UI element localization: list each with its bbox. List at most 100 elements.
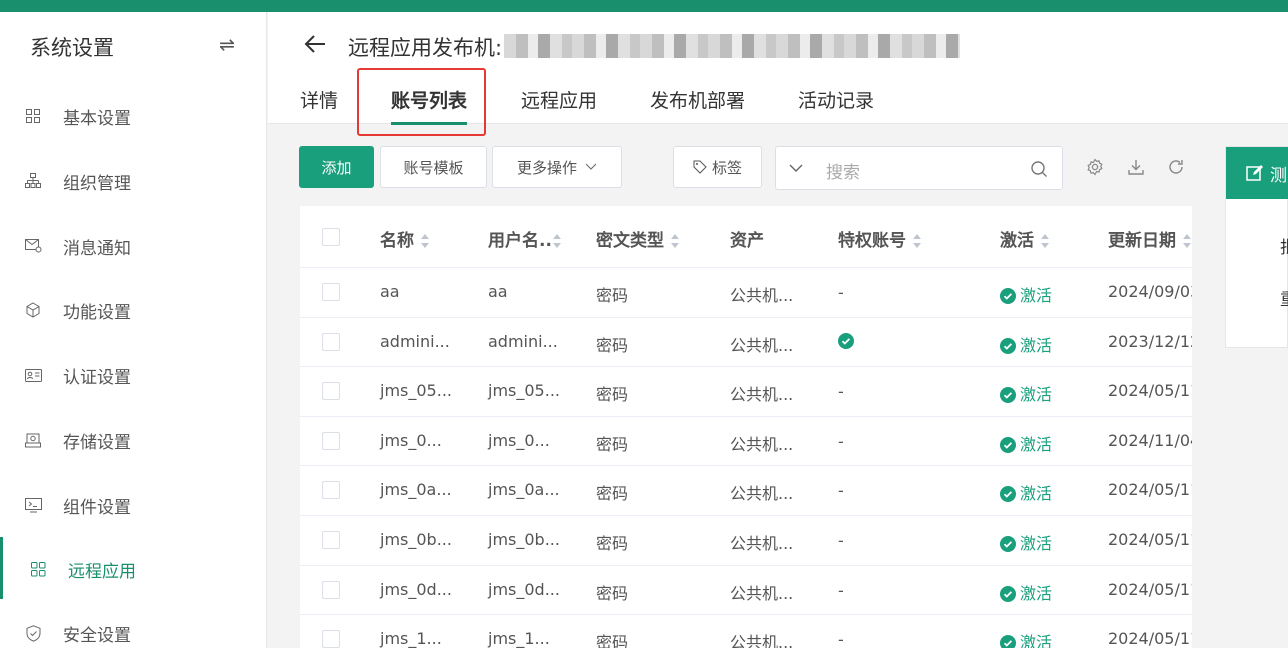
active-check-icon <box>1000 635 1016 648</box>
row-checkbox[interactable] <box>322 580 340 599</box>
cell-secret-type: 密码 <box>596 633 629 648</box>
cell-username: jms_0d... <box>488 579 560 599</box>
apps-icon <box>29 560 47 578</box>
cell-updated-date: 2024/05/11 <box>1108 629 1192 648</box>
cell-asset[interactable]: 公共机... <box>730 431 793 455</box>
cell-updated-date: 2024/05/11 <box>1108 579 1192 599</box>
table-row[interactable]: jms_0b... jms_0b... 密码 公共机... - 激活 2024/05/11 <box>300 516 1192 566</box>
cell-asset[interactable]: 公共机... <box>730 381 793 405</box>
sidebar-item-auth[interactable]: 认证设置 <box>0 353 266 397</box>
active-label: 激活 <box>1020 286 1053 305</box>
cell-updated-date: 2024/11/04 <box>1108 430 1192 450</box>
cell-name[interactable]: aa <box>380 282 400 301</box>
sidebar-item-feature[interactable]: 功能设置 <box>0 288 266 332</box>
cell-name[interactable]: jms_0d... <box>380 580 452 599</box>
select-all-checkbox[interactable] <box>322 228 340 246</box>
cell-name[interactable]: jms_0b... <box>380 530 452 549</box>
column-header-asset: 资产 <box>730 231 764 251</box>
active-check-icon <box>1000 536 1016 552</box>
back-arrow-icon[interactable] <box>304 34 326 54</box>
cell-privileged: - <box>838 630 844 648</box>
column-header-updated[interactable]: 更新日期 <box>1108 226 1192 251</box>
settings-gear-icon[interactable] <box>1086 158 1104 176</box>
cell-active: 激活 <box>1000 530 1052 554</box>
tab-deployment[interactable]: 发布机部署 <box>650 86 745 113</box>
cell-privileged: - <box>838 283 844 302</box>
cell-secret-type: 密码 <box>596 434 629 454</box>
panel-line-2[interactable]: 重 <box>1280 285 1288 310</box>
cell-asset[interactable]: 公共机... <box>730 530 793 554</box>
sidebar-item-remote-apps[interactable]: 远程应用 <box>0 537 266 599</box>
panel-line-1[interactable]: 批 <box>1280 233 1288 258</box>
row-checkbox[interactable] <box>322 630 340 648</box>
cell-secret-type: 密码 <box>596 385 629 405</box>
sidebar-item-security[interactable]: 安全设置 <box>0 611 266 648</box>
sidebar-item-component[interactable]: 组件设置 <box>0 483 266 527</box>
row-checkbox[interactable] <box>322 382 340 401</box>
cell-updated-date: 2024/05/11 <box>1108 381 1192 401</box>
sidebar-item-label: 消息通知 <box>63 238 131 259</box>
active-label: 激活 <box>1020 385 1053 405</box>
table-row[interactable]: admini... admini... 密码 公共机... 激活 2023/12/12 <box>300 318 1192 368</box>
cell-asset[interactable]: 公共机... <box>730 580 793 604</box>
cell-active: 激活 <box>1000 282 1052 306</box>
tab-activity[interactable]: 活动记录 <box>798 86 874 113</box>
table-row[interactable]: aa aa 密码 公共机... - 激活 2024/09/03 <box>300 268 1192 318</box>
sort-icon <box>421 234 429 248</box>
redacted-host-name <box>504 34 960 58</box>
org-icon <box>24 172 42 190</box>
cell-name[interactable]: jms_1... <box>380 629 442 648</box>
more-actions-button[interactable]: 更多操作 <box>492 146 622 188</box>
cell-active: 激活 <box>1000 332 1052 356</box>
cell-name[interactable]: jms_0... <box>380 431 442 450</box>
sidebar-item-org[interactable]: 组织管理 <box>0 159 266 203</box>
cell-name[interactable]: jms_05... <box>380 381 452 400</box>
cell-name[interactable]: admini... <box>380 332 450 351</box>
account-template-button[interactable]: 账号模板 <box>380 146 487 188</box>
row-checkbox[interactable] <box>322 531 340 549</box>
column-header-name[interactable]: 名称 <box>380 226 430 251</box>
active-check-icon <box>1000 288 1016 304</box>
column-header-secret-type[interactable]: 密文类型 <box>596 226 680 251</box>
collapse-toggle-icon[interactable]: ⇌ <box>219 34 235 56</box>
tab-details[interactable]: 详情 <box>300 86 338 113</box>
cell-asset[interactable]: 公共机... <box>730 629 793 648</box>
search-placeholder: 搜索 <box>826 163 860 183</box>
search-icon <box>1031 161 1047 177</box>
cell-updated-date: 2024/05/11 <box>1108 530 1192 549</box>
column-header-username[interactable]: 用户名.. <box>488 226 562 251</box>
row-checkbox[interactable] <box>322 431 340 450</box>
column-header-privileged[interactable]: 特权账号 <box>838 226 922 251</box>
row-checkbox[interactable] <box>322 332 340 351</box>
table-row[interactable]: jms_0d... jms_0d... 密码 公共机... - 激活 2024/05/11 <box>300 566 1192 616</box>
column-header-active[interactable]: 激活 <box>1000 226 1050 251</box>
panel-header[interactable]: 测 <box>1226 147 1288 199</box>
sidebar-item-notify[interactable]: 消息通知 <box>0 224 266 268</box>
table-row[interactable]: jms_0a... jms_0a... 密码 公共机... - 激活 2024/05/11 <box>300 466 1192 516</box>
add-button[interactable]: 添加 <box>299 146 374 188</box>
cell-name[interactable]: jms_0a... <box>380 480 452 499</box>
download-icon[interactable] <box>1127 158 1145 176</box>
sidebar-item-basic[interactable]: 基本设置 <box>0 94 266 138</box>
id-card-icon <box>24 366 42 384</box>
tab-remote-apps[interactable]: 远程应用 <box>521 86 597 113</box>
cell-secret-type: 密码 <box>596 484 629 504</box>
sidebar-item-label: 认证设置 <box>63 367 131 388</box>
sidebar-item-label: 存储设置 <box>63 432 131 453</box>
cell-asset[interactable]: 公共机... <box>730 282 793 306</box>
cell-asset[interactable]: 公共机... <box>730 480 793 504</box>
tag-button[interactable]: 标签 <box>673 146 762 188</box>
row-checkbox[interactable] <box>322 283 340 301</box>
cell-asset[interactable]: 公共机... <box>730 332 793 356</box>
cell-privileged: - <box>838 432 844 451</box>
row-checkbox[interactable] <box>322 481 340 500</box>
search-box[interactable]: 搜索 <box>775 146 1063 190</box>
privileged-check-icon <box>838 332 854 349</box>
table-row[interactable]: jms_1... jms_1... 密码 公共机... - 激活 2024/05/11 <box>300 615 1192 648</box>
sidebar-item-storage[interactable]: 存储设置 <box>0 418 266 462</box>
mail-settings-icon <box>24 237 42 255</box>
table-row[interactable]: jms_0... jms_0... 密码 公共机... - 激活 2024/11/04 <box>300 417 1192 467</box>
column-title: 激活 <box>1000 231 1034 251</box>
table-row[interactable]: jms_05... jms_05... 密码 公共机... - 激活 2024/05/11 <box>300 367 1192 417</box>
refresh-icon[interactable] <box>1167 158 1185 176</box>
